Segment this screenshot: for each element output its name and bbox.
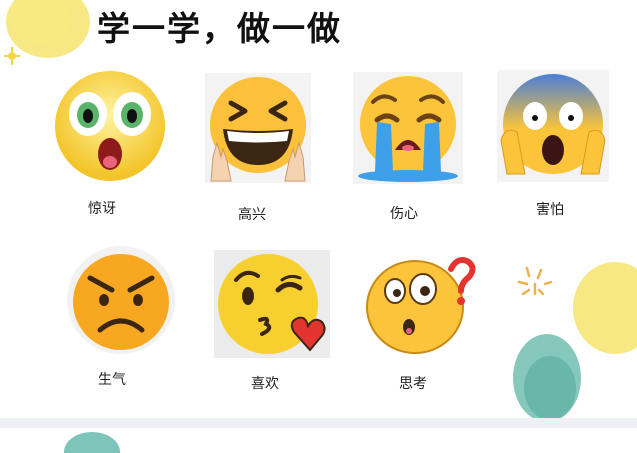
thinking-face-icon <box>366 257 476 354</box>
label-like: 喜欢 <box>251 375 279 391</box>
slide-1: 学一学，做一做 惊讶 高兴 伤心 害怕 生气 喜欢 思考 <box>0 0 637 418</box>
crying-face-icon <box>353 72 463 184</box>
label-sad: 伤心 <box>390 205 418 221</box>
label-scared: 害怕 <box>536 201 564 217</box>
label-happy: 高兴 <box>238 206 266 222</box>
yellow-watercolor-decoration <box>4 0 90 65</box>
surprised-face-icon <box>55 71 165 181</box>
label-angry: 生气 <box>98 371 126 387</box>
page-title: 学一学，做一做 <box>97 9 342 48</box>
scared-face-icon <box>497 70 609 182</box>
angry-face-icon <box>67 246 175 354</box>
watercolor-decoration-right <box>513 262 637 418</box>
laughing-face-icon <box>205 73 311 183</box>
teal-watercolor-decoration <box>64 432 120 453</box>
label-thinking: 思考 <box>399 375 427 391</box>
slide-2-preview <box>0 428 637 453</box>
label-surprised: 惊讶 <box>88 200 116 216</box>
kissing-face-icon <box>214 250 330 358</box>
